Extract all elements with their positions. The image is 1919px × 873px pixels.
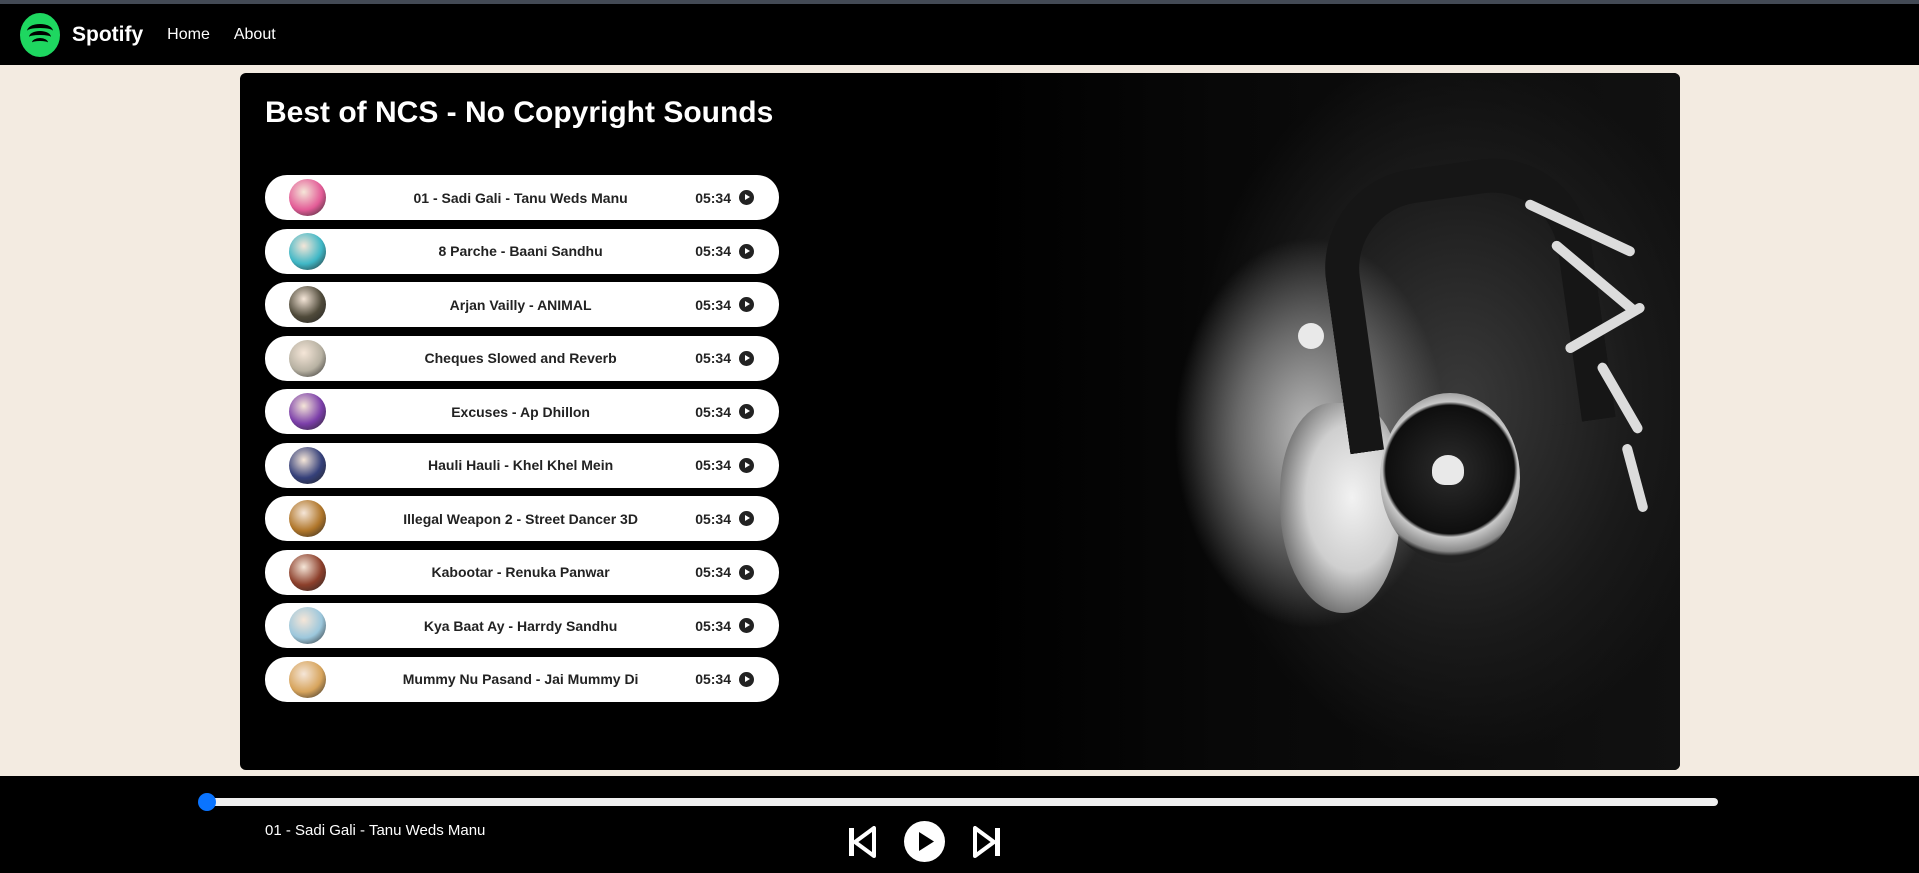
song-duration: 05:34 [695,671,731,687]
progress-thumb[interactable] [198,793,216,811]
nav-link-about[interactable]: About [234,26,276,44]
song-duration: 05:34 [695,189,731,206]
song-item[interactable]: Hauli Hauli - Khel Khel Mein 05:34 [265,442,779,488]
song-name: Kabootar - Renuka Panwar [431,564,610,580]
song-item[interactable]: 8 Parche - Baani Sandhu 05:34 [265,228,779,274]
play-icon[interactable] [739,404,754,419]
song-duration: 05:34 [695,564,731,580]
song-name: Cheques Slowed and Reverb [424,350,617,366]
player-bar: 01 - Sadi Gali - Tanu Weds Manu [0,776,1919,873]
song-duration: 05:34 [695,350,731,366]
song-item[interactable]: 01 - Sadi Gali - Tanu Weds Manu 05:34 [265,175,779,220]
next-icon[interactable] [973,825,1001,858]
song-name: Arjan Vailly - ANIMAL [449,296,592,313]
play-icon[interactable] [739,243,754,259]
song-item[interactable]: Cheques Slowed and Reverb 05:34 [265,335,779,381]
song-item[interactable]: Kya Baat Ay - Harrdy Sandhu 05:34 [265,603,779,648]
play-icon[interactable] [739,350,754,366]
song-name: 01 - Sadi Gali - Tanu Weds Manu [413,189,628,206]
song-name: Excuses - Ap Dhillon [451,403,590,420]
song-cover [289,500,326,537]
playlist-title: Best of NCS - No Copyright Sounds [265,96,774,129]
song-cover [289,179,326,216]
song-item[interactable]: Kabootar - Renuka Panwar 05:34 [265,549,779,595]
play-icon[interactable] [739,671,754,687]
dreadlock [1621,442,1649,514]
play-icon[interactable] [739,190,754,205]
now-playing-title: 01 - Sadi Gali - Tanu Weds Manu [265,822,486,839]
song-duration: 05:34 [695,296,731,313]
nav-link-home[interactable]: Home [167,26,210,44]
progress-bar[interactable] [198,793,1718,811]
play-icon[interactable] [739,618,754,633]
song-cover [289,339,326,377]
song-cover [289,393,326,430]
song-name: Mummy Nu Pasand - Jai Mummy Di [402,671,639,687]
navbar: Spotify Home About [0,4,1919,65]
player-controls [848,821,1001,862]
skull-logo-icon [1432,455,1464,485]
play-icon[interactable] [739,564,754,580]
song-cover [289,660,326,698]
song-cover [289,446,326,484]
song-name: Hauli Hauli - Khel Khel Mein [428,457,614,473]
song-list: 01 - Sadi Gali - Tanu Weds Manu 05:34 8 Pa… [265,175,779,710]
skull-logo-icon [1298,323,1324,349]
play-icon[interactable] [739,457,754,473]
song-duration: 05:34 [695,243,731,259]
spotify-logo-icon[interactable] [20,12,60,57]
play-icon[interactable] [739,511,754,526]
song-cover [289,286,326,323]
song-duration: 05:34 [695,510,731,527]
song-item[interactable]: Mummy Nu Pasand - Jai Mummy Di 05:34 [265,656,779,702]
song-item[interactable]: Illegal Weapon 2 - Street Dancer 3D 05:34 [265,496,779,541]
song-item[interactable]: Excuses - Ap Dhillon 05:34 [265,389,779,434]
song-cover [289,607,326,644]
brand-name[interactable]: Spotify [72,23,143,47]
hero-image [980,73,1680,770]
song-cover [289,553,326,591]
playlist-container: Best of NCS - No Copyright Sounds 01 - S… [240,73,1680,770]
song-item[interactable]: Arjan Vailly - ANIMAL 05:34 [265,282,779,327]
song-duration: 05:34 [695,403,731,420]
song-name: Kya Baat Ay - Harrdy Sandhu [423,617,618,634]
song-name: 8 Parche - Baani Sandhu [438,243,603,259]
play-icon[interactable] [904,821,945,862]
song-cover [289,232,326,270]
previous-icon[interactable] [848,825,876,858]
song-duration: 05:34 [695,617,731,634]
song-duration: 05:34 [695,457,731,473]
play-icon[interactable] [739,297,754,312]
song-name: Illegal Weapon 2 - Street Dancer 3D [403,510,638,527]
